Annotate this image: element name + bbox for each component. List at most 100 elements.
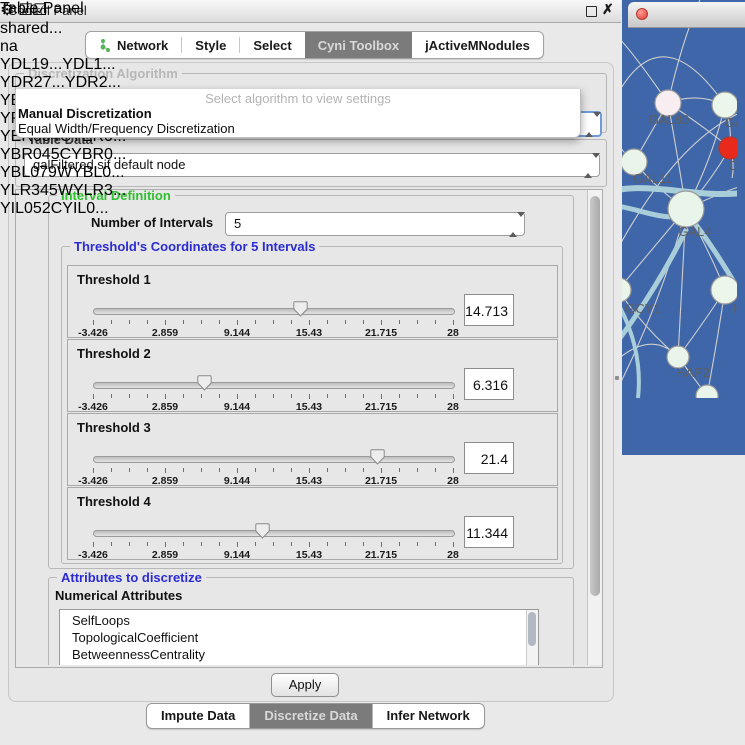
tab-style[interactable]: Style [182,32,239,58]
slider-tick-label: 21.715 [365,549,397,561]
cell-shared-name[interactable]: YIL052C [0,200,62,217]
dropdown-option-equal-width-frequency[interactable]: Equal Width/Frequency Discretization [18,121,235,136]
network-node[interactable] [622,278,631,302]
slider-tick [309,320,310,325]
slider-thumb-icon[interactable] [370,449,385,465]
network-node-label: C [728,158,737,173]
threshold-slider[interactable]: -3.4262.8599.14415.4321.71528 [93,452,453,484]
cell-shared-name[interactable]: YBR045C [0,146,71,163]
slider-tick-label: -3.426 [78,549,108,561]
column-header-shared-name[interactable]: shared... [0,20,130,38]
minimize-traffic-light-icon[interactable] [652,8,664,20]
slider-tick [93,468,94,473]
slider-tick [93,394,94,399]
cell-shared-name[interactable]: YDL19... [0,56,62,73]
slider-thumb-icon[interactable] [255,523,270,539]
split-pane-grip[interactable] [615,376,619,380]
slider-thumb-icon[interactable] [293,301,308,317]
threshold-value-field[interactable]: 21.4 [464,442,514,474]
cell-shared-name[interactable]: YBL079W [0,164,72,181]
checkbox-icons[interactable]: ☑☑ [19,2,48,19]
slider-thumb-icon[interactable] [197,375,212,391]
network-node-label: H [733,301,737,316]
threshold-label: Threshold 3 [77,420,151,435]
slider-track[interactable] [93,456,455,463]
cell-shared-name[interactable]: YLR345W [0,182,73,199]
close-icon[interactable]: ✗ [602,1,614,18]
column-header-name[interactable]: na [0,38,130,56]
attribute-list-item[interactable]: SelfLoops [60,612,538,629]
network-node[interactable] [711,276,737,304]
cell-name[interactable]: YLR3... [73,182,126,199]
cell-name[interactable]: YIL0... [62,200,108,217]
slider-tick-label: 2.859 [152,475,178,487]
numerical-attributes-list[interactable]: SelfLoopsTopologicalCoefficientBetweenne… [59,609,539,665]
slider-tick [291,468,292,472]
network-node-label: GAL80 [649,112,689,127]
slider-track[interactable] [93,382,455,389]
table-row[interactable]: YIL052CYIL0... [0,200,130,218]
list-scrollbar-thumb[interactable] [528,612,536,646]
slider-tick [147,320,148,324]
slider-tick-label: 28 [447,549,459,561]
tab-infer-network[interactable]: Infer Network [373,704,484,728]
table-row[interactable]: YLR345WYLR3... [0,182,130,200]
threshold-value-field[interactable]: 6.316 [464,368,514,400]
gear-icon[interactable]: ⚙ [0,2,14,19]
apply-button[interactable]: Apply [271,673,339,697]
cell-name[interactable]: YBR0... [71,146,126,163]
slider-tick [273,542,274,546]
algorithm-dropdown-popup: Select algorithm to view settings Manual… [15,89,581,138]
threshold-slider[interactable]: -3.4262.8599.14415.4321.71528 [93,378,453,410]
tab-label: Style [195,38,226,53]
number-of-intervals-combobox[interactable]: 5 [225,212,525,236]
slider-track[interactable] [93,530,455,537]
zoom-traffic-light-icon[interactable] [628,8,640,20]
table-header: shared... na [0,20,130,56]
threshold-slider[interactable]: -3.4262.8599.14415.4321.71528 [93,304,453,336]
attributes-group: Attributes to discretize Numerical Attri… [48,577,574,665]
slider-tick [381,394,382,399]
dropdown-option-manual-discretization[interactable]: Manual Discretization [18,106,152,121]
slider-tick [417,394,418,398]
slider-tick [93,542,94,547]
tab-select[interactable]: Select [240,32,304,58]
settings-scrollbar-thumb[interactable] [590,196,600,596]
tab-impute-data[interactable]: Impute Data [147,704,249,728]
attribute-list-item[interactable]: BetweennessCentrality [60,646,538,663]
network-node[interactable] [719,137,737,159]
attributes-group-label: Attributes to discretize [57,570,206,585]
slider-tick [129,320,130,324]
slider-tick [93,320,94,325]
slider-tick [237,542,238,547]
threshold-slider[interactable]: -3.4262.8599.14415.4321.71528 [93,526,453,558]
threshold-value-field[interactable]: 14.713 [464,294,514,326]
slider-tick [183,542,184,546]
network-canvas[interactable]: GAL80GACGAL11GAL4GCY1HHAP2 [622,0,745,403]
float-window-icon[interactable] [586,6,597,17]
network-node[interactable] [668,191,704,227]
slider-tick-label: -3.426 [78,327,108,339]
threshold-row: Threshold 3 -3.4262.8599.14415.4321.71528… [67,413,558,486]
network-edge[interactable] [707,290,725,396]
slider-tick [453,468,454,473]
slider-tick [345,320,346,324]
tab-discretize-data[interactable]: Discretize Data [250,704,371,728]
tab-jactivemnodules[interactable]: jActiveMNodules [412,32,543,58]
slider-tick [381,468,382,473]
table-row[interactable]: YBL079WYBL0... [0,164,130,182]
slider-tick [399,320,400,324]
slider-tick [345,468,346,472]
slider-track[interactable] [93,308,455,315]
table-row[interactable]: YDL19...YDL1... [0,56,130,74]
tab-cyni-toolbox[interactable]: Cyni Toolbox [305,32,412,58]
threshold-value-field[interactable]: 11.344 [464,516,514,548]
cell-name[interactable]: YBL0... [72,164,124,181]
threshold-row: Threshold 1-3.4262.8599.14415.4321.71528… [67,265,558,338]
network-node[interactable] [696,385,718,398]
attribute-list-item[interactable]: TopologicalCoefficient [60,629,538,646]
settings-scrollbar[interactable] [587,190,602,665]
table-row[interactable]: YBR045CYBR0... [0,146,130,164]
cell-name[interactable]: YDL1... [62,56,115,73]
list-scrollbar[interactable] [526,610,538,665]
